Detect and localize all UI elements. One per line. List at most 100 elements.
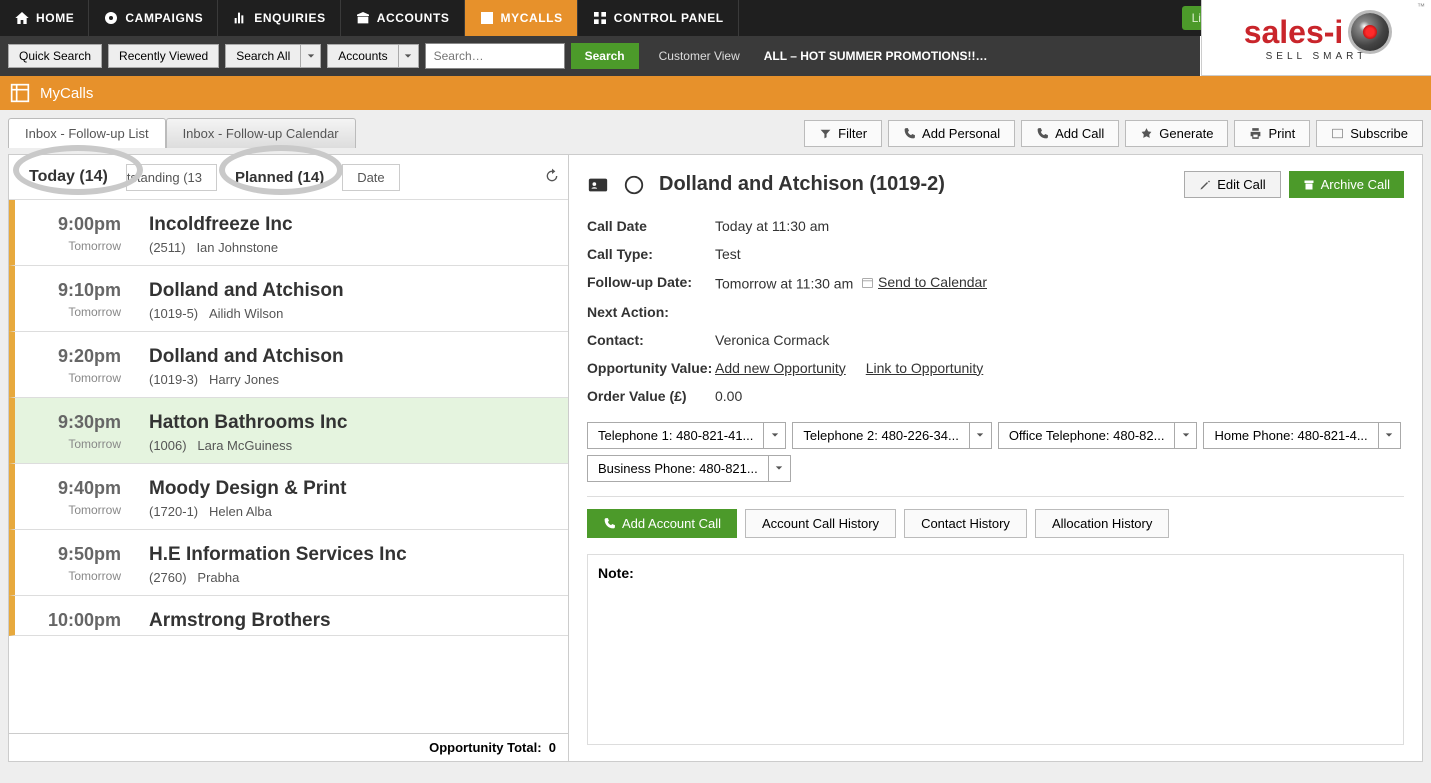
call-sub: (1019-3) Harry Jones [149,372,344,387]
phone-label: Office Telephone: 480-82... [999,423,1175,448]
quick-search-button[interactable]: Quick Search [8,44,102,68]
add-personal-button[interactable]: Add Personal [888,120,1015,147]
add-call-button[interactable]: Add Call [1021,120,1119,147]
call-row[interactable]: 9:20pmTomorrow Dolland and Atchison(1019… [9,332,568,398]
gauge-icon [623,174,645,196]
phone-plus-icon [603,517,616,530]
nav-accounts[interactable]: ACCOUNTS [341,0,465,36]
call-time: 9:10pm [33,280,121,301]
call-detail-panel: Dolland and Atchison (1019-2) Edit Call … [569,155,1422,761]
nav-control-panel[interactable]: CONTROL PANEL [578,0,739,36]
subscribe-icon [1331,127,1344,140]
call-day: Tomorrow [33,371,121,385]
call-day: Tomorrow [33,503,121,517]
call-row[interactable]: 9:10pmTomorrow Dolland and Atchison(1019… [9,266,568,332]
allocation-history-button[interactable]: Allocation History [1035,509,1169,538]
call-time: 9:50pm [33,544,121,565]
tab-planned[interactable]: Planned (14) [221,164,338,191]
call-time: 9:40pm [33,478,121,499]
edit-call-button[interactable]: Edit Call [1184,171,1280,198]
followup-date-label: Follow-up Date: [587,274,715,292]
call-row[interactable]: 10:00pm Armstrong Brothers [9,596,568,636]
search-all-chevron-icon[interactable] [301,44,321,68]
call-company: Armstrong Brothers [149,610,331,632]
mycalls-page-icon [10,83,30,103]
phone-chevron-icon[interactable] [969,423,991,448]
contact-history-button[interactable]: Contact History [904,509,1027,538]
call-row[interactable]: 9:40pmTomorrow Moody Design & Print(1720… [9,464,568,530]
phone-chevron-icon[interactable] [768,456,790,481]
phone-dropdown[interactable]: Business Phone: 480-821... [587,455,791,482]
calendar-icon [861,276,874,289]
opp-value-label: Opportunity Value: [587,360,715,376]
contact-card-icon [587,174,609,196]
tab-followup-list[interactable]: Inbox - Follow-up List [8,118,166,148]
mycalls-icon [479,10,495,26]
phone-label: Home Phone: 480-821-4... [1204,423,1377,448]
search-input[interactable] [425,43,565,69]
link-opportunity-link[interactable]: Link to Opportunity [866,360,984,376]
accounts-chevron-icon[interactable] [399,44,419,68]
search-button[interactable]: Search [571,43,639,69]
tab-outstanding[interactable]: tstanding (13 [126,164,217,191]
call-row[interactable]: 9:30pmTomorrow Hatton Bathrooms Inc(1006… [9,398,568,464]
call-company: Dolland and Atchison [149,280,344,302]
phone-label: Telephone 1: 480-821-41... [588,423,763,448]
call-date-label: Call Date [587,218,715,234]
accounts-icon [355,10,371,26]
nav-mycalls[interactable]: MYCALLS [465,0,578,36]
phone-chevron-icon[interactable] [1174,423,1196,448]
nav-campaigns[interactable]: CAMPAIGNS [89,0,218,36]
followup-date-value: Tomorrow at 11:30 am [715,276,853,292]
print-button[interactable]: Print [1234,120,1310,147]
subscribe-button[interactable]: Subscribe [1316,120,1423,147]
accounts-dropdown[interactable]: Accounts [327,44,398,68]
phone-chevron-icon[interactable] [1378,423,1400,448]
call-day: Tomorrow [33,569,121,583]
call-list[interactable]: 9:00pmTomorrow Incoldfreeze Inc(2511) Ia… [9,200,568,733]
tab-followup-calendar[interactable]: Inbox - Follow-up Calendar [166,118,356,148]
call-company: Hatton Bathrooms Inc [149,412,347,434]
logo-ball-icon [1351,13,1389,51]
generate-button[interactable]: Generate [1125,120,1228,147]
page-header: MyCalls [0,76,1431,110]
add-account-call-button[interactable]: Add Account Call [587,509,737,538]
tab-date[interactable]: Date [342,164,399,191]
phone-icon [903,127,916,140]
phone-dropdown[interactable]: Telephone 2: 480-226-34... [792,422,991,449]
call-type-label: Call Type: [587,246,715,262]
call-date-value: Today at 11:30 am [715,218,829,234]
nav-home[interactable]: HOME [0,0,89,36]
archive-call-button[interactable]: Archive Call [1289,171,1404,198]
opportunity-total: Opportunity Total: 0 [9,733,568,761]
add-opportunity-link[interactable]: Add new Opportunity [715,360,846,376]
home-icon [14,10,30,26]
call-sub: (2511) Ian Johnstone [149,240,293,255]
send-to-calendar-link[interactable]: Send to Calendar [878,274,987,290]
phone-dropdown[interactable]: Home Phone: 480-821-4... [1203,422,1400,449]
phone-chevron-icon[interactable] [763,423,785,448]
print-icon [1249,127,1262,140]
call-sub: (1006) Lara McGuiness [149,438,347,453]
call-row[interactable]: 9:50pmTomorrow H.E Information Services … [9,530,568,596]
tab-today[interactable]: Today (14) [15,163,122,191]
phone-dropdown[interactable]: Telephone 1: 480-821-41... [587,422,786,449]
filter-icon [819,127,832,140]
nav-enquiries[interactable]: ENQUIRIES [218,0,340,36]
note-area: Note: [587,554,1404,746]
promo-banner: ALL – HOT SUMMER PROMOTIONS!!… [764,49,988,63]
call-list-panel: Today (14) tstanding (13 Planned (14) Da… [9,155,569,761]
brand-logo: ™ sales-i SELL SMART [1201,0,1431,76]
enquiries-icon [232,10,248,26]
account-call-history-button[interactable]: Account Call History [745,509,896,538]
call-row[interactable]: 9:00pmTomorrow Incoldfreeze Inc(2511) Ia… [9,200,568,266]
phone-dropdown[interactable]: Office Telephone: 480-82... [998,422,1198,449]
call-time: 9:30pm [33,412,121,433]
recently-viewed-button[interactable]: Recently Viewed [108,44,219,68]
refresh-button[interactable] [544,168,562,186]
phone-add-icon [1036,127,1049,140]
filter-button[interactable]: Filter [804,120,882,147]
search-all-dropdown[interactable]: Search All [225,44,301,68]
call-sub: (1019-5) Ailidh Wilson [149,306,344,321]
customer-view-label: Customer View [659,49,740,63]
